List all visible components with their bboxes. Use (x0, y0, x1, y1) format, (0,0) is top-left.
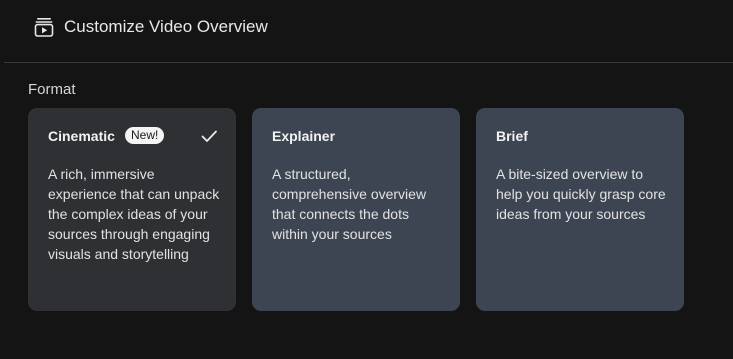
customize-video-overview-panel: Customize Video Overview Format Cinemati… (0, 0, 733, 359)
format-option-explainer[interactable]: Explainer A structured, comprehensive ov… (252, 108, 460, 311)
format-option-description: A rich, immersive experience that can un… (48, 166, 220, 262)
format-option-brief[interactable]: Brief A bite-sized overview to help you … (476, 108, 684, 311)
panel-header: Customize Video Overview (0, 0, 733, 62)
format-option-title: Brief (496, 128, 528, 144)
format-option-description: A bite-sized overview to help you quickl… (496, 166, 666, 222)
checkmark-icon (201, 130, 217, 142)
format-option-description: A structured, comprehensive overview tha… (272, 166, 427, 242)
format-option-cinematic[interactable]: Cinematic New! A rich, immersive experie… (28, 108, 236, 311)
panel-title: Customize Video Overview (64, 17, 268, 36)
format-section-label: Format (28, 81, 76, 98)
new-badge: New! (125, 127, 165, 144)
format-option-title: Cinematic (48, 128, 115, 144)
video-overview-icon (34, 18, 54, 37)
format-option-title: Explainer (272, 128, 336, 144)
header-divider (4, 62, 733, 63)
